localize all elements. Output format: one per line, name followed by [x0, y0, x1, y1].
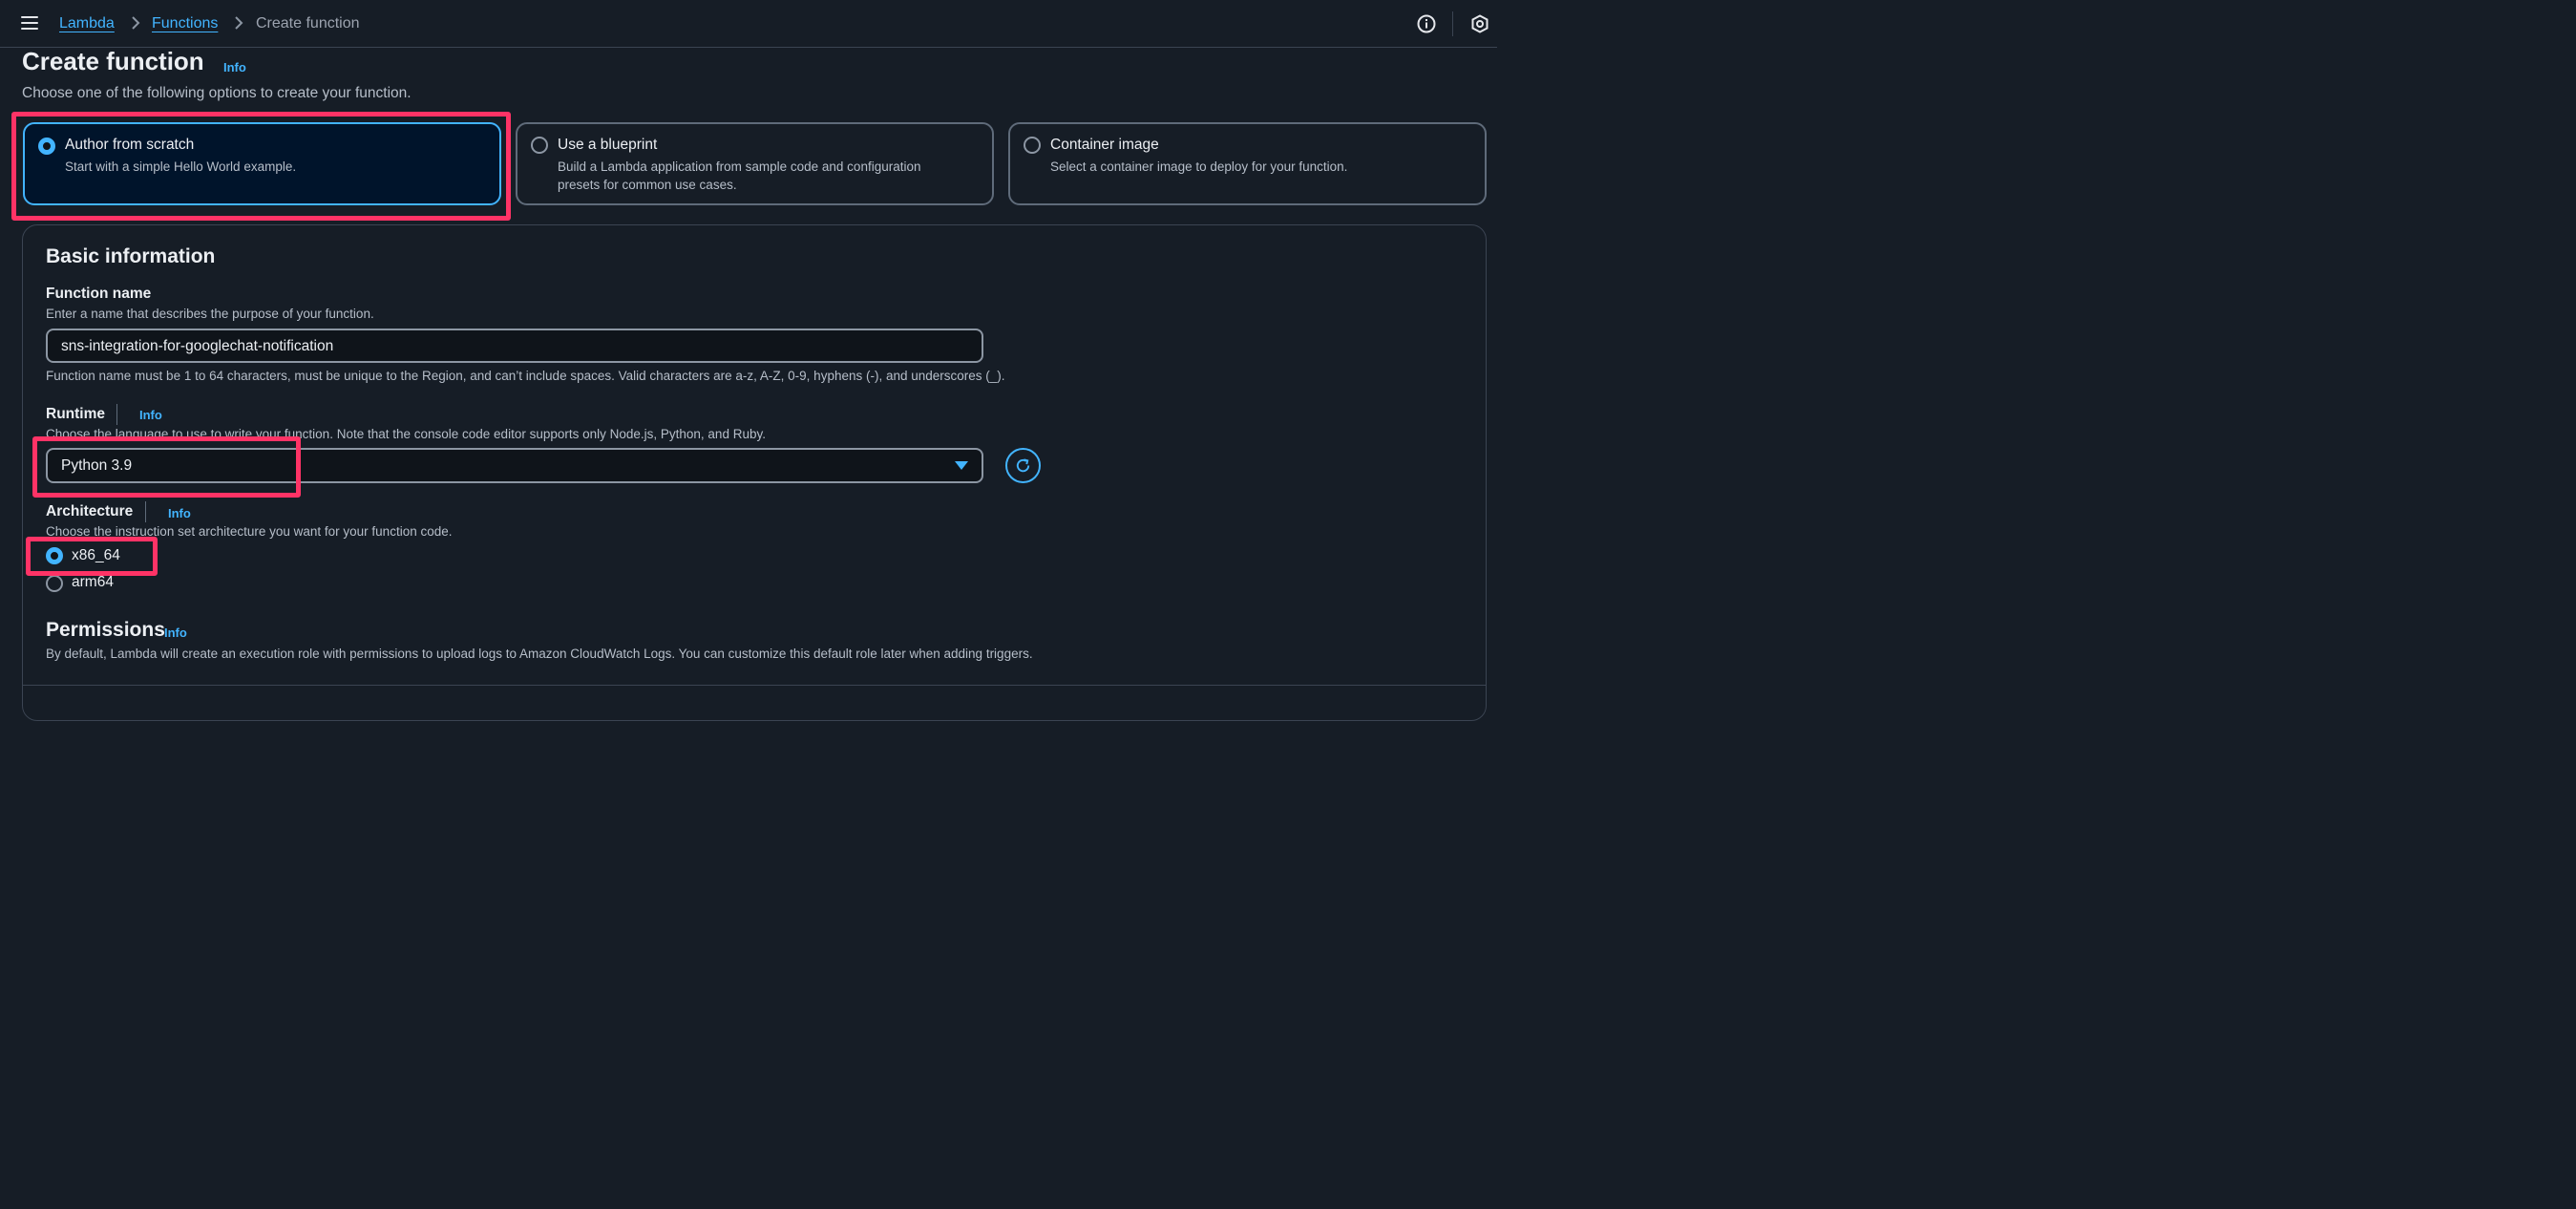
- function-name-input[interactable]: sns-integration-for-googlechat-notificat…: [46, 329, 983, 363]
- breadcrumb-lambda[interactable]: Lambda: [59, 15, 115, 32]
- runtime-label: Runtime: [46, 406, 105, 422]
- chevron-right-icon: [132, 16, 140, 30]
- breadcrumb-functions[interactable]: Functions: [152, 15, 218, 32]
- radio-arm64[interactable]: [46, 575, 63, 592]
- option-container-image[interactable]: Container image Select a container image…: [1008, 122, 1487, 205]
- basic-information-title: Basic information: [46, 245, 216, 267]
- refresh-icon: [1016, 458, 1030, 473]
- panel-divider: [23, 685, 1486, 686]
- page-title: Create function: [22, 47, 204, 75]
- permissions-info-link[interactable]: Info: [164, 626, 187, 640]
- runtime-select[interactable]: Python 3.9: [46, 448, 983, 483]
- function-name-description: Enter a name that describes the purpose …: [46, 307, 374, 321]
- radio-x86-64[interactable]: [46, 547, 63, 564]
- architecture-option-arm64[interactable]: arm64: [72, 574, 114, 591]
- architecture-description: Choose the instruction set architecture …: [46, 524, 453, 539]
- chevron-right-icon: [235, 16, 243, 30]
- option-title: Author from scratch: [65, 137, 195, 153]
- radio-author-from-scratch[interactable]: [38, 138, 55, 155]
- toolbar-divider: [1452, 11, 1453, 36]
- permissions-title: Permissions: [46, 619, 165, 641]
- runtime-description: Choose the language to use to write your…: [46, 427, 766, 441]
- option-title: Use a blueprint: [558, 137, 658, 153]
- architecture-label: Architecture: [46, 503, 134, 520]
- option-title: Container image: [1050, 137, 1159, 153]
- caret-down-icon: [955, 461, 968, 470]
- info-circle-icon[interactable]: [1417, 14, 1436, 33]
- page-description: Choose one of the following options to c…: [22, 85, 412, 101]
- permissions-description: By default, Lambda will create an execut…: [46, 647, 1033, 661]
- function-name-value: sns-integration-for-googlechat-notificat…: [61, 338, 334, 354]
- option-description: Start with a simple Hello World example.: [65, 159, 297, 174]
- architecture-option-x86-64[interactable]: x86_64: [72, 547, 120, 564]
- settings-hexagon-icon[interactable]: [1470, 14, 1489, 33]
- page-info-link[interactable]: Info: [223, 60, 246, 74]
- breadcrumb-create-function: Create function: [256, 15, 360, 32]
- function-name-label: Function name: [46, 286, 152, 302]
- function-name-constraint: Function name must be 1 to 64 characters…: [46, 369, 1005, 383]
- option-description: Build a Lambda application from sample c…: [558, 159, 921, 174]
- runtime-info-link[interactable]: Info: [139, 408, 162, 422]
- architecture-info-link[interactable]: Info: [168, 506, 191, 520]
- top-navigation-bar: Lambda Functions Create function: [0, 0, 1497, 48]
- label-divider: [116, 404, 117, 425]
- radio-use-a-blueprint[interactable]: [531, 137, 548, 154]
- runtime-selected-value: Python 3.9: [61, 457, 133, 474]
- option-author-from-scratch[interactable]: Author from scratch Start with a simple …: [23, 122, 501, 205]
- option-description: Select a container image to deploy for y…: [1050, 159, 1348, 174]
- option-description: presets for common use cases.: [558, 178, 737, 192]
- refresh-runtime-button[interactable]: [1005, 448, 1041, 483]
- radio-container-image[interactable]: [1024, 137, 1041, 154]
- option-use-a-blueprint[interactable]: Use a blueprint Build a Lambda applicati…: [516, 122, 994, 205]
- menu-icon[interactable]: [21, 16, 38, 30]
- label-divider: [145, 501, 146, 522]
